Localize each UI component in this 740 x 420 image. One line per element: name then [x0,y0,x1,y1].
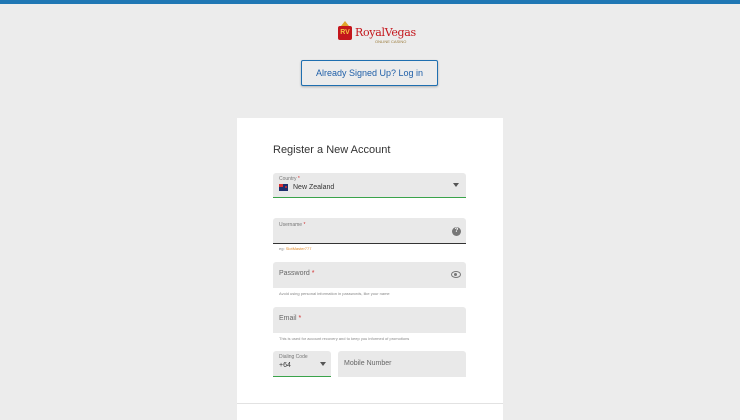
login-button[interactable]: Already Signed Up? Log in [301,60,438,86]
top-accent-bar [0,0,740,4]
country-value: New Zealand [293,184,335,191]
country-select[interactable]: Country * New Zealand [273,173,466,198]
card-divider [237,403,503,404]
logo-badge: RV [338,26,352,40]
email-input[interactable]: Email * [273,307,466,333]
help-icon[interactable]: ? [452,227,461,236]
password-input[interactable]: Password * [273,262,466,288]
mobile-number-placeholder: Mobile Number [344,360,392,367]
password-hint: Avoid using personal information in pass… [279,291,390,296]
dialing-code-value: +64 [279,362,291,369]
form-title: Register a New Account [273,144,391,156]
username-input[interactable]: Username * ? [273,218,466,244]
password-label: Password * [279,270,315,277]
registration-card: Register a New Account Country * New Zea… [237,118,503,420]
chevron-down-icon [320,362,326,366]
logo-tagline: ONLINE CASINO [375,39,407,44]
chevron-down-icon [453,183,459,187]
dialing-code-select[interactable]: Dialing Code +64 [273,351,331,377]
email-label: Email * [279,315,302,322]
royal-vegas-logo[interactable]: RV RoyalVegas ONLINE CASINO [338,21,416,46]
mobile-number-input[interactable]: Mobile Number [338,351,466,377]
logo-wordmark: RoyalVegas [355,26,416,39]
new-zealand-flag-icon [279,184,288,191]
username-hint: eg: SlotMaster777 [279,246,312,251]
username-label: Username * [279,222,306,228]
country-label: Country * [279,176,300,182]
eye-icon[interactable] [451,271,461,278]
email-hint: This is used for account recovery and to… [279,336,410,341]
dialing-code-label: Dialing Code [279,354,308,360]
